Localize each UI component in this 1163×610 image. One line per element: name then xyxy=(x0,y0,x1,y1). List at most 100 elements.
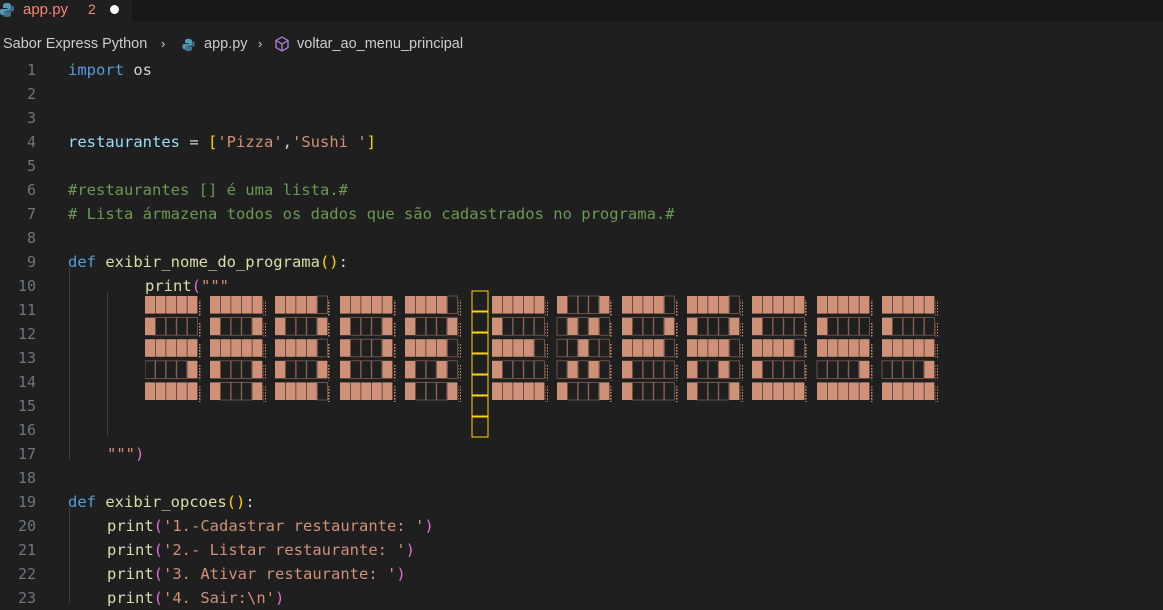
line-number: 22 xyxy=(17,565,36,583)
art-block xyxy=(598,338,610,358)
art-block xyxy=(502,317,514,336)
art-block xyxy=(155,339,166,357)
art-block xyxy=(220,382,231,401)
art-block xyxy=(220,296,231,314)
art-block xyxy=(187,296,198,314)
art-block xyxy=(773,339,784,357)
art-shadow xyxy=(393,343,396,359)
line-number: 12 xyxy=(17,325,36,343)
art-block xyxy=(306,296,317,314)
art-block xyxy=(145,360,156,379)
art-block xyxy=(350,338,362,358)
art-block xyxy=(848,339,859,357)
art-block xyxy=(502,382,513,400)
art-shadow xyxy=(198,343,201,359)
art-block xyxy=(187,382,198,400)
breadcrumb-folder[interactable]: Sabor Express Python xyxy=(3,36,147,52)
art-block xyxy=(371,382,382,400)
breadcrumb-file[interactable]: app.py xyxy=(204,36,248,52)
art-block xyxy=(502,360,514,379)
art-block xyxy=(340,317,350,336)
art-block xyxy=(492,360,502,379)
art-block xyxy=(892,296,903,314)
art-block xyxy=(653,317,665,336)
indent-guide xyxy=(69,268,70,460)
art-block xyxy=(664,382,675,401)
art-block xyxy=(882,296,892,314)
art-block xyxy=(827,317,838,336)
art-block xyxy=(371,360,383,379)
art-block xyxy=(762,360,773,379)
line-number: 23 xyxy=(17,589,36,607)
art-block xyxy=(534,296,545,314)
indent-guide xyxy=(107,292,108,436)
art-block xyxy=(762,296,773,314)
art-block xyxy=(145,296,155,314)
art-block xyxy=(643,296,654,314)
art-block xyxy=(598,317,610,336)
art-block xyxy=(446,360,458,379)
art-block xyxy=(762,339,773,357)
art-block xyxy=(817,296,827,314)
art-block xyxy=(512,317,524,336)
art-block xyxy=(230,382,242,401)
art-block xyxy=(622,339,632,357)
art-block xyxy=(837,317,849,336)
art-block xyxy=(622,382,632,400)
art-block xyxy=(252,339,263,357)
art-block xyxy=(446,295,458,315)
art-block xyxy=(632,296,643,314)
art-block xyxy=(252,382,263,400)
art-block xyxy=(881,360,893,379)
art-block xyxy=(534,382,545,400)
line-number: 17 xyxy=(17,445,36,463)
art-shadow xyxy=(740,343,743,359)
art-block xyxy=(882,339,892,357)
art-block xyxy=(382,317,393,336)
art-block xyxy=(773,296,784,314)
art-block xyxy=(913,296,924,314)
art-block xyxy=(492,339,502,357)
art-shadow xyxy=(675,300,678,316)
art-block xyxy=(718,360,729,379)
art-block xyxy=(436,296,447,314)
art-block xyxy=(187,317,198,336)
tab-app-py[interactable]: app.py 2 xyxy=(0,0,132,22)
art-shadow xyxy=(328,364,331,381)
art-block xyxy=(588,338,600,358)
art-block xyxy=(718,339,729,357)
art-shadow xyxy=(740,300,743,316)
art-block xyxy=(166,382,177,400)
art-cursor-box xyxy=(471,416,489,438)
art-shadow xyxy=(675,321,678,338)
art-shadow xyxy=(675,386,678,402)
art-block xyxy=(556,360,568,379)
art-block xyxy=(588,360,599,379)
art-shadow xyxy=(805,364,808,381)
tab-filename: app.py xyxy=(23,1,69,18)
art-block xyxy=(642,317,654,336)
art-block xyxy=(230,360,242,379)
art-block xyxy=(697,382,708,401)
art-shadow xyxy=(675,343,678,359)
art-block xyxy=(783,360,795,379)
art-shadow xyxy=(545,343,548,359)
art-block xyxy=(241,360,253,379)
unsaved-dot-icon[interactable] xyxy=(110,5,119,14)
art-block xyxy=(306,339,317,357)
art-shadow xyxy=(263,300,266,316)
art-block xyxy=(664,360,675,379)
art-block xyxy=(492,382,502,400)
art-block xyxy=(848,317,860,336)
art-block xyxy=(783,296,794,314)
art-block xyxy=(773,382,784,400)
art-block xyxy=(622,296,632,314)
art-shadow xyxy=(610,343,613,359)
breadcrumb-symbol[interactable]: voltar_ao_menu_principal xyxy=(297,36,463,52)
art-block xyxy=(762,317,773,336)
art-shadow xyxy=(198,300,201,316)
chevron-right-icon: › xyxy=(161,36,166,51)
art-block xyxy=(783,339,794,357)
art-block xyxy=(848,296,859,314)
art-shadow xyxy=(393,300,396,316)
